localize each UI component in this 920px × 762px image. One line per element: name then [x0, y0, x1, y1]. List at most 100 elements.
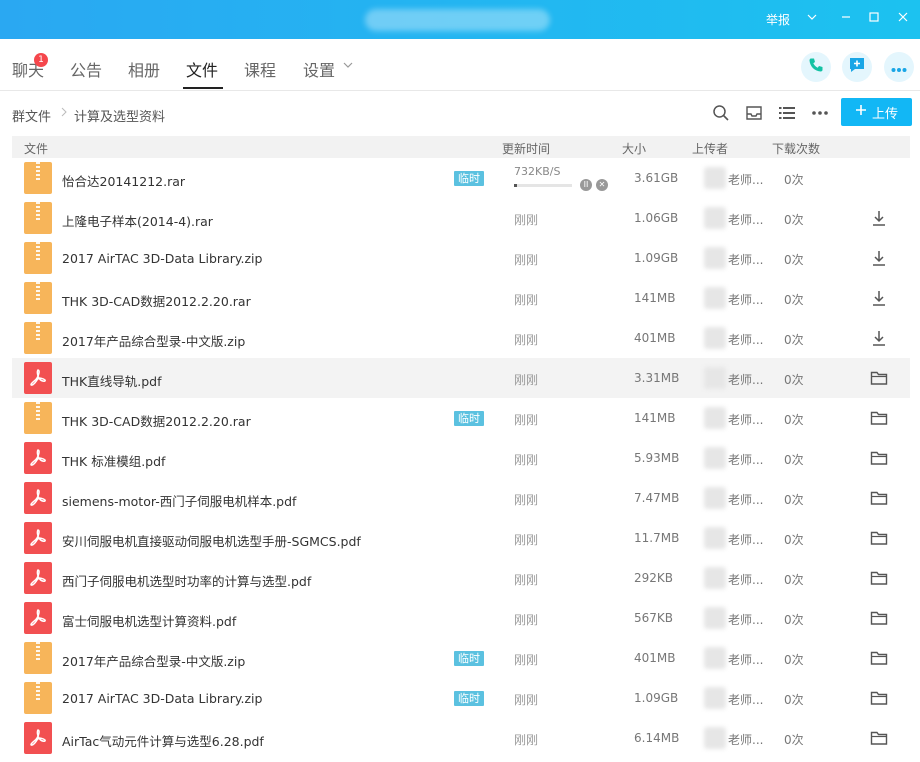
file-name[interactable]: THK直线导轨.pdf — [62, 371, 161, 390]
file-uploader[interactable]: 老师... — [728, 571, 763, 588]
file-uploader[interactable]: 老师... — [728, 371, 763, 388]
table-row[interactable]: 富士伺服电机选型计算资料.pdf 刚刚 567KB 老师... 0次 — [12, 598, 910, 638]
file-uploader[interactable]: 老师... — [728, 411, 763, 428]
table-row[interactable]: THK 3D-CAD数据2012.2.20.rar 临时 刚刚 141MB 老师... 0… — [12, 398, 910, 438]
file-uploader[interactable]: 老师... — [728, 531, 763, 548]
list-view-icon[interactable] — [778, 104, 796, 122]
file-size: 141MB — [634, 411, 676, 425]
file-size: 292KB — [634, 571, 674, 585]
upload-button[interactable]: 上传 — [841, 98, 912, 126]
file-name[interactable]: 怡合达20141212.rar — [62, 171, 185, 190]
table-row[interactable]: 2017 AirTAC 3D-Data Library.zip 刚刚 1.09GB 老… — [12, 238, 910, 278]
chevron-down-icon[interactable] — [802, 9, 822, 29]
open-folder-icon[interactable] — [870, 489, 888, 507]
temporary-badge: 临时 — [454, 651, 484, 666]
file-uploader[interactable]: 老师... — [728, 451, 763, 468]
pause-icon[interactable]: II — [580, 179, 592, 191]
cancel-icon[interactable]: ✕ — [596, 179, 608, 191]
column-uploader[interactable]: 上传者 — [692, 140, 728, 157]
temporary-badge: 临时 — [454, 691, 484, 706]
file-size: 3.61GB — [634, 171, 679, 185]
file-uploader[interactable]: 老师... — [728, 651, 763, 668]
download-count: 0次 — [784, 253, 804, 267]
file-name[interactable]: siemens-motor-西门子伺服电机样本.pdf — [62, 491, 296, 510]
table-row[interactable]: 2017年产品综合型录-中文版.zip 临时 刚刚 401MB 老师... 0次 — [12, 638, 910, 678]
file-uploader[interactable]: 老师... — [728, 491, 763, 508]
maximize-icon[interactable] — [864, 9, 884, 29]
table-row[interactable]: 安川伺服电机直接驱动伺服电机选型手册-SGMCS.pdf 刚刚 11.7MB 老师..… — [12, 518, 910, 558]
breadcrumb-root[interactable]: 群文件 — [12, 106, 51, 125]
open-folder-icon[interactable] — [870, 409, 888, 427]
archive-file-icon — [24, 322, 52, 354]
download-icon[interactable] — [870, 249, 888, 267]
file-name[interactable]: 2017 AirTAC 3D-Data Library.zip — [62, 691, 262, 706]
table-row[interactable]: AirTac气动元件计算与选型6.28.pdf 刚刚 6.14MB 老师... 0次 — [12, 718, 910, 758]
open-folder-icon[interactable] — [870, 649, 888, 667]
table-row[interactable]: THK 3D-CAD数据2012.2.20.rar 刚刚 141MB 老师... 0次 — [12, 278, 910, 318]
file-uploader[interactable]: 老师... — [728, 291, 763, 308]
tab-files[interactable]: 文件 — [186, 57, 218, 81]
file-name[interactable]: 2017 AirTAC 3D-Data Library.zip — [62, 251, 262, 266]
file-uploader[interactable]: 老师... — [728, 251, 763, 268]
file-size: 1.06GB — [634, 211, 679, 225]
add-message-button[interactable] — [842, 52, 872, 82]
open-folder-icon[interactable] — [870, 569, 888, 587]
open-folder-icon[interactable] — [870, 529, 888, 547]
file-uploader[interactable]: 老师... — [728, 611, 763, 628]
tab-settings[interactable]: 设置 — [303, 57, 335, 81]
column-time[interactable]: 更新时间 — [502, 140, 550, 157]
table-row[interactable]: 西门子伺服电机选型时功率的计算与选型.pdf 刚刚 292KB 老师... 0次 — [12, 558, 910, 598]
file-name[interactable]: THK 标准模组.pdf — [62, 451, 165, 470]
file-name[interactable]: THK 3D-CAD数据2012.2.20.rar — [62, 411, 251, 430]
file-uploader[interactable]: 老师... — [728, 171, 763, 188]
open-folder-icon[interactable] — [870, 729, 888, 747]
phone-call-button[interactable] — [801, 52, 831, 82]
file-uploader[interactable]: 老师... — [728, 691, 763, 708]
table-row[interactable]: 上隆电子样本(2014-4).rar 刚刚 1.06GB 老师... 0次 — [12, 198, 910, 238]
more-dots-icon[interactable] — [811, 104, 829, 122]
table-row[interactable]: 2017 AirTAC 3D-Data Library.zip 临时 刚刚 1.09G… — [12, 678, 910, 718]
report-button[interactable]: 举报 — [766, 11, 790, 28]
table-row[interactable]: THK 标准模组.pdf 刚刚 5.93MB 老师... 0次 — [12, 438, 910, 478]
unread-badge: 1 — [34, 53, 48, 67]
file-name[interactable]: 西门子伺服电机选型时功率的计算与选型.pdf — [62, 571, 311, 590]
open-folder-icon[interactable] — [870, 689, 888, 707]
table-row[interactable]: THK直线导轨.pdf 刚刚 3.31MB 老师... 0次 — [12, 358, 910, 398]
tab-album[interactable]: 相册 — [128, 57, 160, 81]
column-file[interactable]: 文件 — [24, 140, 48, 157]
table-row[interactable]: 怡合达20141212.rar 临时 732KB/S II ✕ 3.61GB 老师... 0次 — [12, 158, 910, 198]
column-size[interactable]: 大小 — [622, 140, 646, 157]
chevron-down-icon[interactable] — [343, 61, 353, 72]
avatar — [704, 367, 726, 389]
inbox-icon[interactable] — [745, 104, 763, 122]
close-icon[interactable] — [893, 9, 913, 29]
open-folder-icon[interactable] — [870, 369, 888, 387]
file-uploader[interactable]: 老师... — [728, 331, 763, 348]
download-icon[interactable] — [870, 329, 888, 347]
column-downloads[interactable]: 下载次数 — [772, 140, 820, 157]
download-icon[interactable] — [870, 289, 888, 307]
more-options-button[interactable] — [884, 52, 914, 82]
file-name[interactable]: 安川伺服电机直接驱动伺服电机选型手册-SGMCS.pdf — [62, 531, 361, 550]
file-name[interactable]: 2017年产品综合型录-中文版.zip — [62, 331, 245, 350]
file-name[interactable]: 2017年产品综合型录-中文版.zip — [62, 651, 245, 670]
search-icon[interactable] — [712, 104, 730, 122]
table-row[interactable]: 2017年产品综合型录-中文版.zip 刚刚 401MB 老师... 0次 — [12, 318, 910, 358]
file-name[interactable]: AirTac气动元件计算与选型6.28.pdf — [62, 731, 264, 750]
open-folder-icon[interactable] — [870, 609, 888, 627]
tab-announcements[interactable]: 公告 — [70, 57, 102, 81]
minimize-icon[interactable] — [836, 9, 856, 29]
avatar — [704, 567, 726, 589]
avatar — [704, 327, 726, 349]
file-uploader[interactable]: 老师... — [728, 731, 763, 748]
pdf-file-icon — [24, 362, 52, 394]
phone-icon — [808, 57, 824, 77]
tab-courses[interactable]: 课程 — [244, 57, 276, 81]
file-name[interactable]: 富士伺服电机选型计算资料.pdf — [62, 611, 236, 630]
open-folder-icon[interactable] — [870, 449, 888, 467]
file-uploader[interactable]: 老师... — [728, 211, 763, 228]
file-name[interactable]: THK 3D-CAD数据2012.2.20.rar — [62, 291, 251, 310]
download-icon[interactable] — [870, 209, 888, 227]
file-name[interactable]: 上隆电子样本(2014-4).rar — [62, 211, 213, 230]
table-row[interactable]: siemens-motor-西门子伺服电机样本.pdf 刚刚 7.47MB 老师...… — [12, 478, 910, 518]
